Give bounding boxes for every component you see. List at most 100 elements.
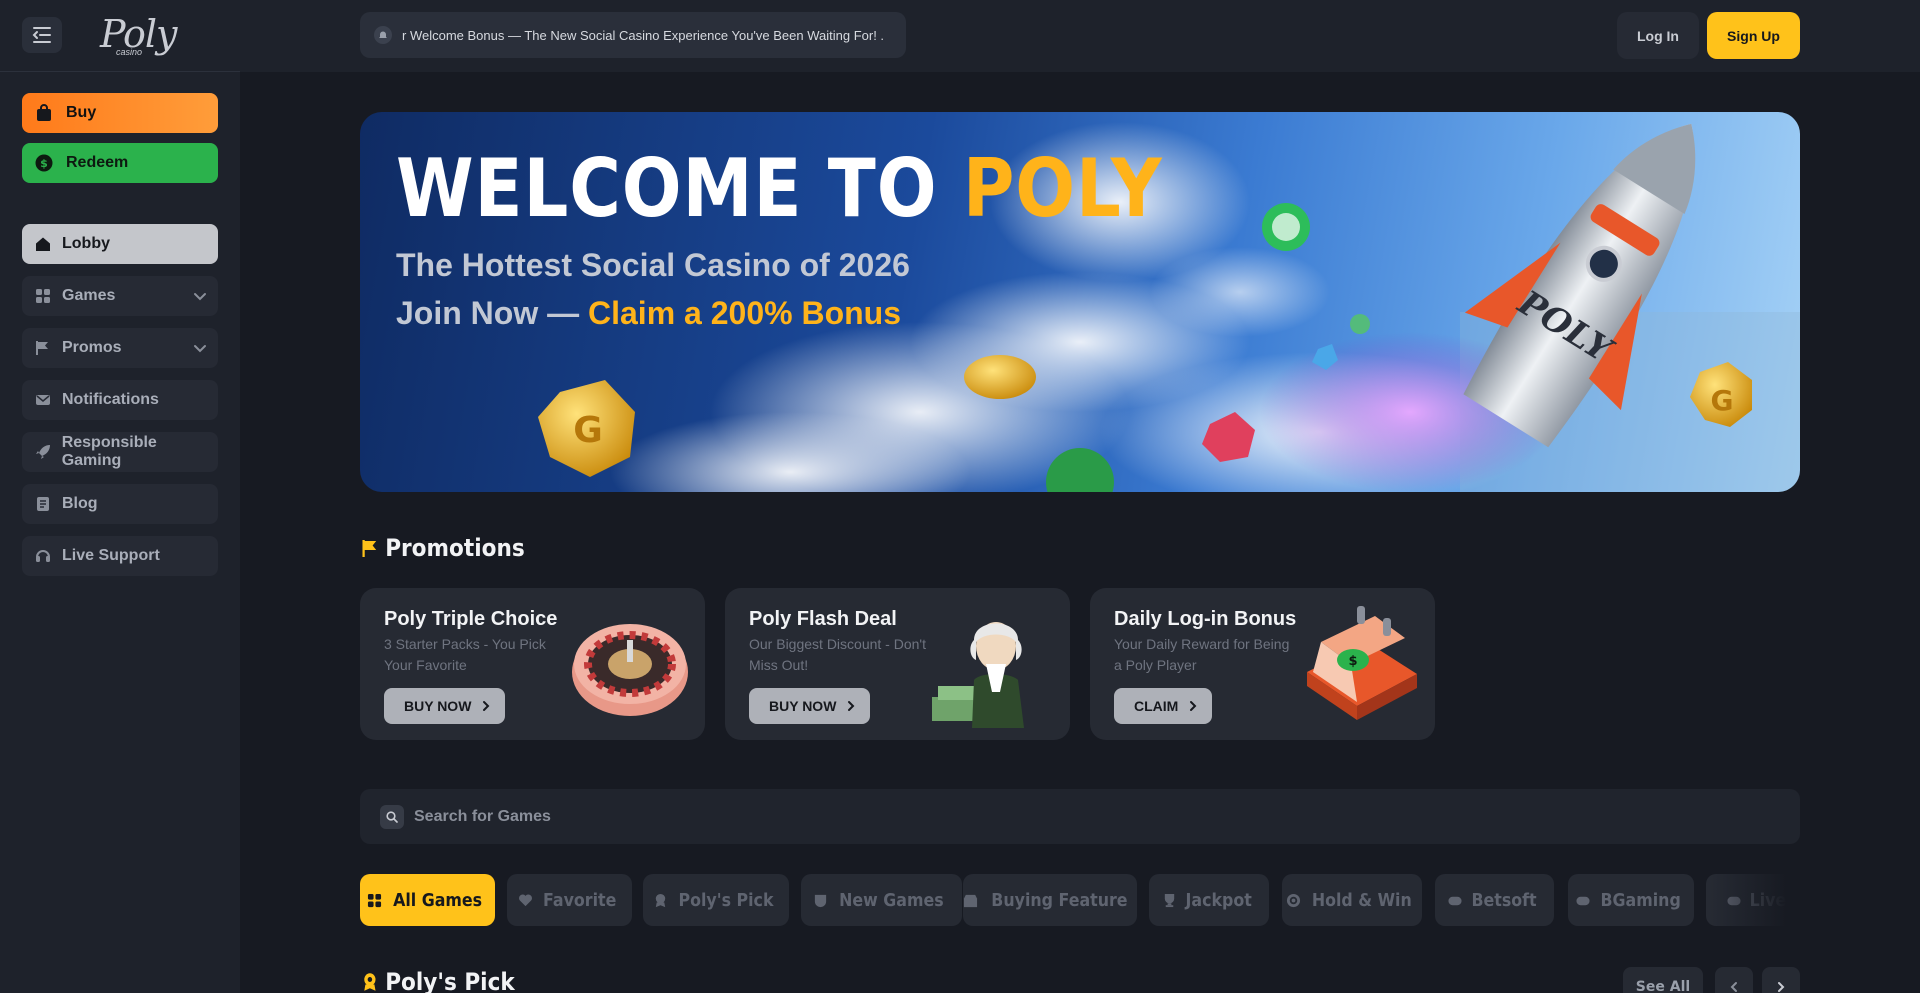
- search-input[interactable]: [414, 807, 1014, 826]
- gamepad-icon: [1575, 892, 1591, 908]
- promo-card-triple-choice[interactable]: Poly Triple Choice 3 Starter Packs - You…: [360, 588, 705, 740]
- carousel-next-button[interactable]: [1762, 967, 1800, 993]
- polys-pick-heading: Poly's Pick: [360, 968, 515, 993]
- redeem-label: Redeem: [66, 154, 129, 171]
- buy-now-button[interactable]: BUY NOW: [384, 688, 506, 724]
- gamepad-icon: [1447, 892, 1463, 908]
- sidebar: Poly casino Buy $ Redeem Lobby Games Pro…: [0, 0, 240, 993]
- tab-label: Jackpot: [1185, 889, 1253, 911]
- hero-title-prefix: WELCOME TO: [396, 142, 963, 235]
- buy-button[interactable]: Buy: [22, 93, 218, 133]
- sidebar-item-label: Promos: [62, 339, 122, 356]
- chevron-right-icon: [483, 701, 490, 711]
- award-icon: [652, 892, 668, 908]
- chevron-right-icon: [848, 701, 855, 711]
- flag-icon: [34, 339, 52, 357]
- target-icon: [1285, 892, 1301, 908]
- sidebar-item-games[interactable]: Games: [22, 276, 218, 316]
- carousel-prev-button[interactable]: [1715, 967, 1753, 993]
- tab-jackpot[interactable]: Jackpot: [1149, 874, 1269, 926]
- hero-cta-prefix: Join Now —: [396, 295, 588, 331]
- promo-title: Poly Flash Deal: [749, 608, 897, 630]
- tab-label: Buying Feature: [991, 889, 1128, 911]
- sidebar-item-promos[interactable]: Promos: [22, 328, 218, 368]
- hero-cta-line: Join Now — Claim a 200% Bonus: [396, 295, 901, 332]
- promotions-heading: Promotions: [360, 534, 525, 562]
- tab-label: BGaming: [1600, 889, 1682, 911]
- promo-description: Your Daily Reward for Being a Poly Playe…: [1114, 636, 1290, 673]
- polys-pick-title: Poly's Pick: [385, 968, 515, 993]
- flag-icon: [360, 537, 380, 559]
- buy-now-button[interactable]: BUY NOW: [749, 688, 871, 724]
- redeem-button[interactable]: $ Redeem: [22, 143, 218, 183]
- promo-card-daily-login[interactable]: Daily Log-in Bonus Your Daily Reward for…: [1090, 588, 1435, 740]
- tab-betsoft[interactable]: Betsoft: [1435, 874, 1554, 926]
- bell-icon: [374, 26, 392, 44]
- sidebar-item-label: Live Support: [62, 547, 160, 564]
- award-icon: [360, 971, 380, 993]
- sidebar-item-label: Games: [62, 287, 116, 304]
- tab-label: Favorite: [542, 889, 617, 911]
- sidebar-item-live-support[interactable]: Live Support: [22, 536, 218, 576]
- tab-new-games[interactable]: New Games: [801, 874, 962, 926]
- svg-text:G: G: [1711, 384, 1734, 417]
- promo-card-flash-deal[interactable]: Poly Flash Deal Our Biggest Discount - D…: [725, 588, 1070, 740]
- sidebar-item-notifications[interactable]: Notifications: [22, 380, 218, 420]
- tab-bgaming[interactable]: BGaming: [1568, 874, 1694, 926]
- promo-button-label: BUY NOW: [404, 698, 472, 714]
- login-button[interactable]: Log In: [1617, 12, 1699, 59]
- promo-title: Daily Log-in Bonus: [1114, 608, 1297, 630]
- game-search-bar[interactable]: [360, 789, 1800, 844]
- trophy-icon: [1161, 892, 1177, 908]
- founding-father-image: [932, 622, 1024, 728]
- claim-button[interactable]: CLAIM: [1114, 688, 1213, 724]
- tab-label: Betsoft: [1471, 889, 1538, 911]
- tab-all-games[interactable]: All Games: [360, 874, 495, 926]
- gamepad-icon: [1726, 892, 1742, 908]
- tab-hold-and-win[interactable]: Hold & Win: [1282, 874, 1422, 926]
- sidebar-item-label: Notifications: [62, 391, 159, 408]
- ticker-text: r Welcome Bonus — The New Social Casino …: [402, 27, 885, 43]
- promo-description: 3 Starter Packs - You Pick Your Favorite: [384, 636, 546, 673]
- chevron-down-icon[interactable]: [192, 288, 208, 304]
- chevron-down-icon[interactable]: [192, 340, 208, 356]
- calendar-coin-image: $: [1307, 606, 1417, 720]
- shopping-bag-icon: [34, 103, 54, 123]
- tab-label: All Games: [392, 889, 482, 911]
- promo-title: Poly Triple Choice: [384, 608, 558, 630]
- menu-toggle-button[interactable]: [22, 17, 62, 53]
- sidebar-item-label: Lobby: [62, 235, 110, 252]
- tab-buying-feature[interactable]: Buying Feature: [963, 874, 1137, 926]
- tab-favorite[interactable]: Favorite: [507, 874, 632, 926]
- grid-icon: [367, 892, 383, 908]
- sidebar-item-lobby[interactable]: Lobby: [22, 224, 218, 264]
- poly-logo[interactable]: Poly casino: [100, 12, 180, 58]
- tab-label: New Games: [839, 889, 944, 911]
- tab-label: Poly's Pick: [678, 889, 774, 911]
- signup-button[interactable]: Sign Up: [1707, 12, 1800, 59]
- tab-polys-pick[interactable]: Poly's Pick: [643, 874, 789, 926]
- dollar-coin-icon: $: [34, 153, 54, 173]
- sidebar-item-responsible-gaming[interactable]: Responsible Gaming: [22, 432, 218, 472]
- tab-live-casino[interactable]: Live C: [1706, 874, 1800, 926]
- hero-banner[interactable]: POLY G G WELCOME TO POLY The Hottest Soc…: [360, 112, 1800, 492]
- sidebar-item-label: Responsible Gaming: [61, 434, 157, 469]
- sidebar-item-label: Blog: [62, 495, 98, 512]
- announcement-ticker[interactable]: r Welcome Bonus — The New Social Casino …: [360, 12, 906, 58]
- search-icon: [380, 804, 404, 829]
- tab-label: Hold & Win: [1312, 889, 1412, 911]
- svg-text:$: $: [1348, 654, 1357, 669]
- headset-icon: [34, 547, 52, 565]
- grid-icon: [34, 287, 52, 305]
- sidebar-header: Poly casino: [0, 0, 240, 72]
- menu-collapse-icon: [32, 27, 51, 43]
- chevron-right-icon: [1190, 701, 1197, 711]
- badge-icon: [812, 892, 828, 908]
- tab-label: Live C: [1749, 889, 1800, 911]
- svg-text:G: G: [573, 410, 603, 451]
- chevron-right-icon: [1778, 982, 1785, 992]
- buy-label: Buy: [66, 104, 97, 121]
- see-all-button[interactable]: See All: [1623, 967, 1703, 993]
- sidebar-item-blog[interactable]: Blog: [22, 484, 218, 524]
- home-icon: [34, 235, 52, 253]
